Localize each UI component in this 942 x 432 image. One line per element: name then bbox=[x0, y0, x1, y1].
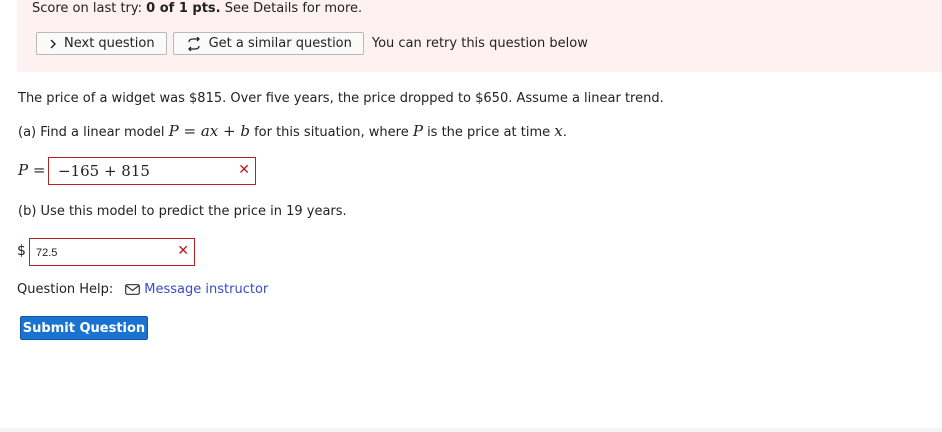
part-a-prefix: (a) Find a linear model bbox=[18, 125, 169, 140]
answer-a-input[interactable]: −165 + 815 ✕ bbox=[48, 157, 256, 185]
answer-b-currency: $ bbox=[17, 243, 26, 259]
answer-b-value: 72.5 bbox=[36, 247, 58, 259]
refresh-icon bbox=[187, 36, 200, 51]
similar-question-label: Get a similar question bbox=[208, 36, 352, 51]
submit-question-button[interactable]: Submit Question bbox=[20, 316, 148, 340]
question-help-label: Question Help: bbox=[17, 282, 114, 297]
question-part-b: (b) Use this model to predict the price … bbox=[18, 204, 347, 219]
score-prefix: Score on last try: bbox=[32, 1, 147, 16]
part-a-middle: for this situation, where bbox=[249, 125, 413, 140]
similar-question-button[interactable]: Get a similar question bbox=[172, 32, 364, 55]
score-suffix: See Details for more. bbox=[220, 1, 363, 16]
next-question-button[interactable]: Next question bbox=[36, 32, 167, 55]
part-a-formula: P = ax + b bbox=[168, 122, 250, 140]
question-intro: The price of a widget was $815. Over fiv… bbox=[18, 91, 664, 106]
x-mark-icon: ✕ bbox=[238, 162, 250, 178]
part-a-var-x: x bbox=[554, 122, 563, 140]
part-a-end: . bbox=[562, 125, 567, 140]
bottom-divider bbox=[0, 428, 942, 432]
x-mark-icon: ✕ bbox=[177, 243, 189, 259]
envelope-icon bbox=[125, 284, 141, 295]
score-value: 0 of 1 pts. bbox=[146, 1, 221, 16]
question-part-a: (a) Find a linear model P = ax + b for t… bbox=[18, 122, 567, 140]
part-a-var-p: P bbox=[412, 122, 423, 140]
part-a-suffix: is the price at time bbox=[422, 125, 555, 140]
chevron-right-icon bbox=[50, 39, 56, 48]
question-help: Question Help: Message instructor bbox=[17, 282, 268, 297]
score-button-row: Next question Get a similar question You… bbox=[36, 32, 588, 55]
answer-a-value: −165 + 815 bbox=[58, 162, 150, 180]
score-panel: Score on last try: 0 of 1 pts. See Detai… bbox=[17, 0, 942, 72]
answer-a-label: P = bbox=[18, 161, 46, 179]
answer-b-input[interactable]: 72.5 ✕ bbox=[29, 238, 195, 266]
score-line: Score on last try: 0 of 1 pts. See Detai… bbox=[32, 1, 362, 16]
message-instructor-link[interactable]: Message instructor bbox=[125, 282, 268, 297]
next-question-label: Next question bbox=[64, 36, 155, 51]
message-instructor-label: Message instructor bbox=[144, 282, 269, 297]
retry-note: You can retry this question below bbox=[371, 36, 588, 51]
